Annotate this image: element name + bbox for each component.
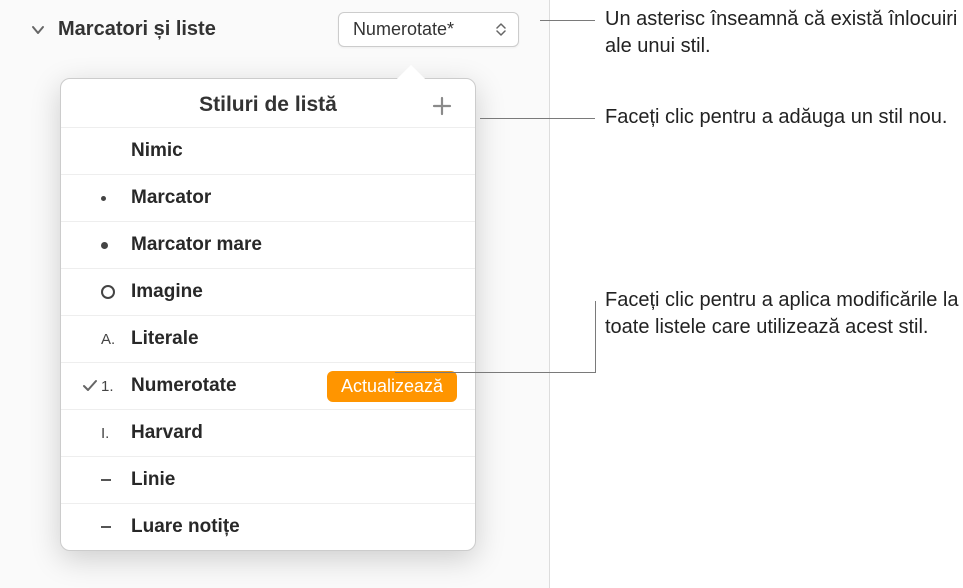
style-item-label: Linie [131,469,457,491]
style-item-label: Literale [131,328,457,350]
style-item[interactable]: Linie [61,456,475,503]
callout-asterisk: Un asterisc înseamnă că există înlocuiri… [605,6,963,60]
style-item-label: Marcator [131,187,457,209]
callout-add: Faceți clic pentru a adăuga un stil nou. [605,104,963,131]
style-item[interactable]: I.Harvard [61,409,475,456]
callout-line [395,372,595,373]
style-item[interactable]: Marcator mare [61,221,475,268]
list-marker-icon [101,242,131,249]
callout-line [480,118,595,119]
section-header: Marcatori și liste Numerotate* [0,0,549,59]
style-item-label: Luare notițe [131,516,457,538]
list-styles-popover: Stiluri de listă Nimic Marcator Marcator m… [60,78,476,551]
list-marker-icon [101,526,131,528]
style-item-label: Marcator mare [131,234,457,256]
style-item[interactable]: Imagine [61,268,475,315]
popover-title: Stiluri de listă [199,93,337,117]
add-style-button[interactable] [427,91,457,121]
style-item[interactable]: Nimic [61,127,475,174]
style-item[interactable]: Marcator [61,174,475,221]
update-style-button[interactable]: Actualizează [327,371,457,402]
style-item[interactable]: 1.NumerotateActualizează [61,362,475,409]
style-item[interactable]: A.Literale [61,315,475,362]
chevron-updown-icon [494,23,508,36]
style-item-label: Imagine [131,281,457,303]
list-marker-icon [101,479,131,481]
list-marker-icon: A. [101,331,131,348]
callout-line [540,20,595,21]
list-marker-icon: 1. [101,378,131,395]
inspector-panel: Marcatori și liste Numerotate* Stiluri d… [0,0,550,588]
list-marker-icon [101,196,131,201]
style-list: Nimic Marcator Marcator mare Imagine A.Liter… [61,127,475,550]
style-item-label: Nimic [131,140,457,162]
callout-line [595,301,596,373]
list-marker-icon [101,285,131,299]
disclosure-chevron-icon[interactable] [30,22,46,38]
list-style-dropdown[interactable]: Numerotate* [338,12,519,47]
popover-header: Stiluri de listă [61,79,475,127]
plus-icon [431,95,453,117]
list-marker-icon: I. [101,425,131,442]
style-item-label: Harvard [131,422,457,444]
dropdown-value: Numerotate* [353,19,454,40]
section-title: Marcatori și liste [58,18,326,41]
style-item-label: Numerotate [131,375,327,397]
checkmark-icon [79,378,101,394]
callout-update: Faceți clic pentru a aplica modificările… [605,287,963,341]
style-item[interactable]: Luare notițe [61,503,475,550]
